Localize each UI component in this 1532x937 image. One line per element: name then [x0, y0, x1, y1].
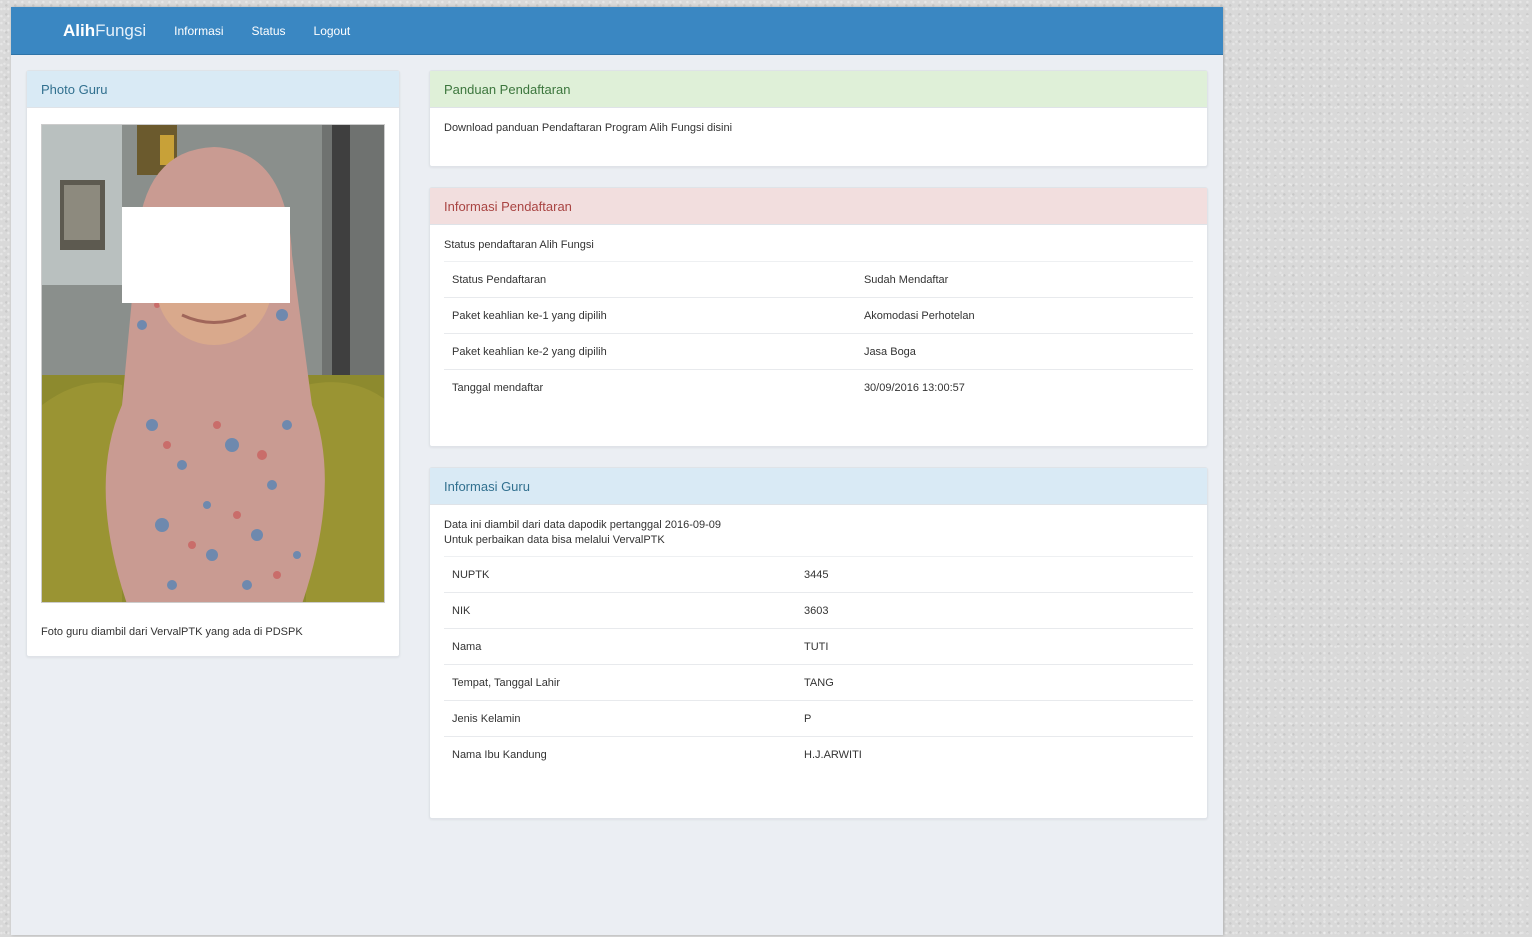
- photo-panel: Photo Guru Foto guru diambil dari Verval…: [26, 70, 400, 657]
- guru-panel: Informasi Guru Data ini diambil dari dat…: [429, 467, 1208, 819]
- table-row: Jenis Kelamin P: [444, 700, 1193, 737]
- row-value: TANG: [796, 664, 1193, 701]
- nav-logout[interactable]: Logout: [314, 24, 351, 38]
- row-label: Nama Ibu Kandung: [444, 736, 797, 773]
- photo-caption: Foto guru diambil dari VervalPTK yang ad…: [41, 626, 303, 638]
- pendaftaran-title: Informasi Pendaftaran: [430, 188, 1207, 225]
- row-value: H.J.ARWITI: [796, 736, 1193, 773]
- nav-informasi[interactable]: Informasi: [174, 24, 223, 38]
- row-label: Paket keahlian ke-1 yang dipilih: [444, 297, 856, 334]
- brand-bold: Alih: [63, 20, 96, 40]
- panduan-panel: Panduan Pendaftaran Download panduan Pen…: [429, 70, 1208, 167]
- row-value: 3603: [796, 592, 1193, 629]
- table-row: NUPTK 3445: [444, 556, 1193, 593]
- brand-logo[interactable]: AlihFungsi: [63, 21, 146, 41]
- guru-title: Informasi Guru: [430, 468, 1207, 505]
- table-row: Nama TUTI: [444, 628, 1193, 665]
- app-window: AlihFungsi Informasi Status Logout Photo…: [11, 7, 1223, 935]
- table-row: Nama Ibu Kandung H.J.ARWITI: [444, 736, 1193, 773]
- row-label: Jenis Kelamin: [444, 700, 797, 737]
- pendaftaran-panel: Informasi Pendaftaran Status pendaftaran…: [429, 187, 1208, 447]
- table-row: Status Pendaftaran Sudah Mendaftar: [444, 261, 1193, 298]
- table-row: Tanggal mendaftar 30/09/2016 13:00:57: [444, 369, 1193, 406]
- row-label: NUPTK: [444, 556, 797, 593]
- panduan-title: Panduan Pendaftaran: [430, 71, 1207, 108]
- row-value: 3445: [796, 556, 1193, 593]
- pendaftaran-table: Status Pendaftaran Sudah Mendaftar Paket…: [444, 261, 1193, 406]
- top-navbar: AlihFungsi Informasi Status Logout: [11, 7, 1223, 55]
- row-value: Akomodasi Perhotelan: [855, 297, 1193, 334]
- table-row: Paket keahlian ke-1 yang dipilih Akomoda…: [444, 297, 1193, 334]
- row-label: Status Pendaftaran: [444, 261, 856, 298]
- row-label: Tempat, Tanggal Lahir: [444, 664, 797, 701]
- row-label: Paket keahlian ke-2 yang dipilih: [444, 333, 856, 370]
- pendaftaran-subtitle: Status pendaftaran Alih Fungsi: [444, 239, 594, 251]
- table-row: NIK 3603: [444, 592, 1193, 629]
- guru-table: NUPTK 3445 NIK 3603 Nama TUTI Tempat, Ta…: [444, 556, 1193, 773]
- row-value: 30/09/2016 13:00:57: [855, 369, 1193, 406]
- row-value: TUTI: [796, 628, 1193, 665]
- table-row: Tempat, Tanggal Lahir TANG: [444, 664, 1193, 701]
- row-label: Nama: [444, 628, 797, 665]
- nav-status[interactable]: Status: [252, 24, 286, 38]
- brand-rest: Fungsi: [95, 20, 147, 40]
- table-row: Paket keahlian ke-2 yang dipilih Jasa Bo…: [444, 333, 1193, 370]
- row-label: NIK: [444, 592, 797, 629]
- teacher-photo: [41, 124, 385, 603]
- row-value: Jasa Boga: [855, 333, 1193, 370]
- guru-note-line2: Untuk perbaikan data bisa melalui Verval…: [444, 534, 665, 546]
- photo-panel-title: Photo Guru: [27, 71, 399, 108]
- download-panduan-link[interactable]: Download panduan Pendaftaran Program Ali…: [444, 122, 732, 134]
- row-value: P: [796, 700, 1193, 737]
- row-value: Sudah Mendaftar: [855, 261, 1193, 298]
- row-label: Tanggal mendaftar: [444, 369, 856, 406]
- guru-note-line1: Data ini diambil dari data dapodik perta…: [444, 519, 722, 531]
